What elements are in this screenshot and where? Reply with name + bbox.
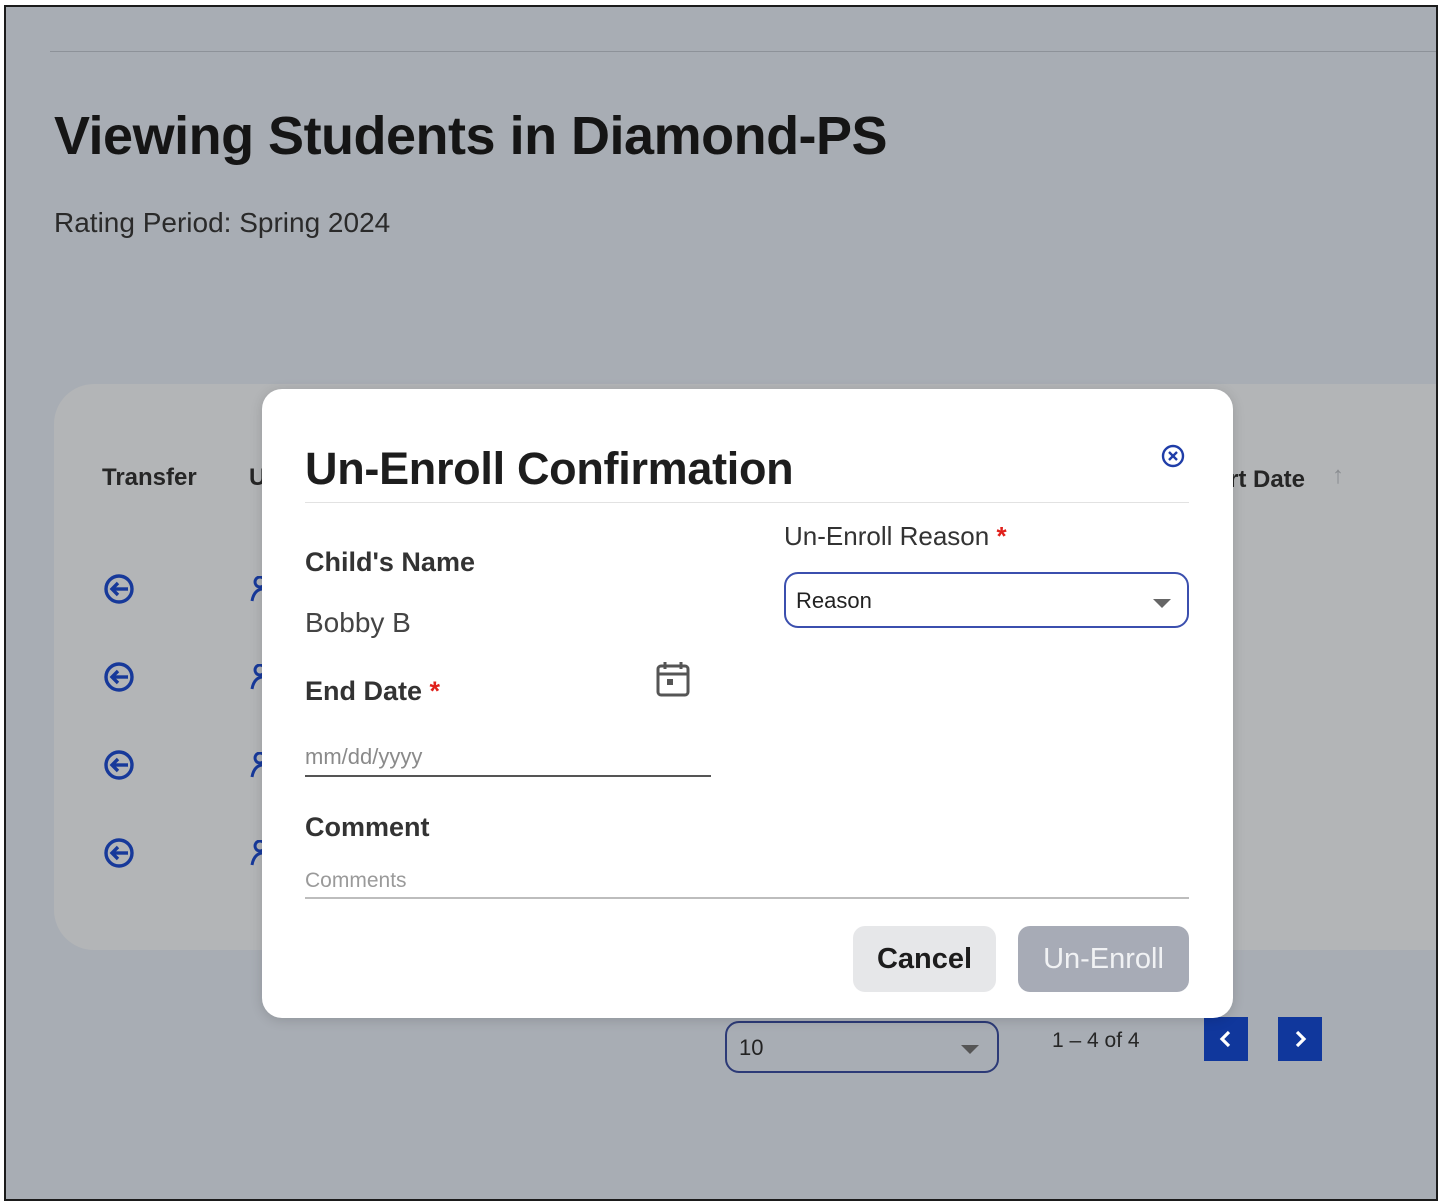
reason-select-value: Reason	[796, 588, 872, 613]
comment-label: Comment	[305, 812, 430, 842]
app-frame: Viewing Students in Diamond-PS Rating Pe…	[4, 5, 1438, 1201]
close-icon[interactable]	[1159, 442, 1187, 470]
child-name-value: Bobby B	[305, 607, 411, 638]
rating-period-text: Rating Period: Spring 2024	[54, 207, 391, 238]
pagination-range: 1 – 4 of 4	[1052, 1029, 1140, 1052]
chevron-down-icon	[1153, 599, 1171, 608]
cancel-button[interactable]: Cancel	[853, 926, 996, 992]
arrow-up-icon[interactable]: ↑	[1332, 462, 1344, 490]
previous-page-button[interactable]	[1204, 1017, 1248, 1061]
transfer-arrow-icon[interactable]	[102, 836, 136, 870]
transfer-arrow-icon[interactable]	[102, 660, 136, 694]
required-marker: *	[429, 676, 441, 706]
page-size-select[interactable]: 10	[725, 1021, 999, 1073]
dialog-title: Un-Enroll Confirmation	[305, 443, 794, 494]
top-divider	[50, 51, 1436, 52]
chevron-down-icon	[961, 1045, 979, 1054]
transfer-arrow-icon[interactable]	[102, 748, 136, 782]
page-size-value: 10	[739, 1035, 764, 1060]
unenroll-reason-label-text: Un-Enroll Reason	[784, 521, 990, 551]
end-date-label: End Date *	[305, 676, 440, 707]
page-title: Viewing Students in Diamond-PS	[54, 106, 888, 166]
end-date-label-text: End Date	[305, 676, 423, 706]
calendar-icon[interactable]	[655, 660, 691, 698]
end-date-input[interactable]	[305, 739, 711, 777]
unenroll-confirmation-dialog: Un-Enroll Confirmation Child's Name Bobb…	[262, 389, 1233, 1018]
unenroll-reason-label: Un-Enroll Reason *	[784, 521, 1007, 552]
transfer-arrow-icon[interactable]	[102, 572, 136, 606]
next-page-button[interactable]	[1278, 1017, 1322, 1061]
child-name-label: Child's Name	[305, 547, 475, 577]
unenroll-button[interactable]: Un-Enroll	[1018, 926, 1189, 992]
comment-input[interactable]	[305, 865, 1189, 899]
chevron-right-icon	[1295, 1030, 1307, 1048]
chevron-left-icon	[1219, 1030, 1231, 1048]
required-marker: *	[996, 521, 1007, 551]
column-header-transfer[interactable]: Transfer	[102, 464, 197, 492]
unenroll-reason-select[interactable]: Reason	[784, 572, 1189, 628]
dialog-divider	[305, 502, 1189, 503]
column-header-start-date[interactable]: rt Date	[1229, 466, 1305, 494]
